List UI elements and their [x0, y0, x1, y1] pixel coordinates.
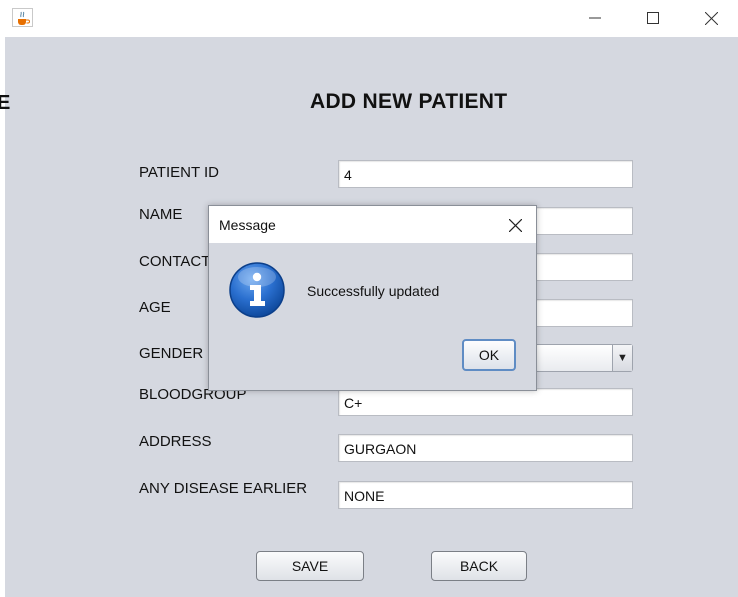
- patient-id-field[interactable]: 4: [338, 160, 633, 188]
- dialog-body: Successfully updated OK: [209, 243, 536, 390]
- info-icon: [229, 262, 285, 318]
- name-label: NAME: [139, 206, 183, 223]
- truncated-background-text: E: [0, 92, 11, 114]
- dialog-message: Successfully updated: [307, 283, 440, 299]
- address-field[interactable]: GURGAON: [338, 434, 633, 462]
- patient-id-label: PATIENT ID: [139, 164, 220, 181]
- maximize-icon: [647, 12, 659, 24]
- save-button[interactable]: SAVE: [256, 551, 364, 581]
- minimize-icon: [589, 17, 601, 19]
- page-title: ADD NEW PATIENT: [310, 90, 508, 113]
- contact-label: CONTACT: [139, 253, 211, 270]
- dropdown-arrow-icon[interactable]: ▼: [612, 345, 632, 371]
- close-button[interactable]: [688, 0, 734, 36]
- disease-label: ANY DISEASE EARLIER: [139, 480, 308, 497]
- minimize-button[interactable]: [572, 0, 618, 36]
- address-label: ADDRESS: [139, 433, 212, 450]
- java-coffee-icon[interactable]: [12, 8, 33, 27]
- application-window: E ADD NEW PATIENT PATIENT ID 4 NAME CONT…: [0, 0, 738, 597]
- ok-button[interactable]: OK: [462, 339, 516, 371]
- bloodgroup-field[interactable]: C+: [338, 388, 633, 416]
- disease-field[interactable]: NONE: [338, 481, 633, 509]
- close-icon: [704, 11, 718, 25]
- message-dialog: Message Successfully updated OK: [208, 205, 537, 391]
- gender-label: GENDER: [139, 345, 204, 362]
- age-label: AGE: [139, 299, 171, 316]
- back-button[interactable]: BACK: [431, 551, 527, 581]
- dialog-close-button[interactable]: [501, 212, 529, 238]
- window-titlebar[interactable]: [0, 0, 738, 37]
- dialog-title: Message: [219, 217, 276, 233]
- maximize-button[interactable]: [630, 0, 676, 36]
- dialog-titlebar[interactable]: Message: [209, 206, 536, 243]
- close-icon: [508, 218, 522, 232]
